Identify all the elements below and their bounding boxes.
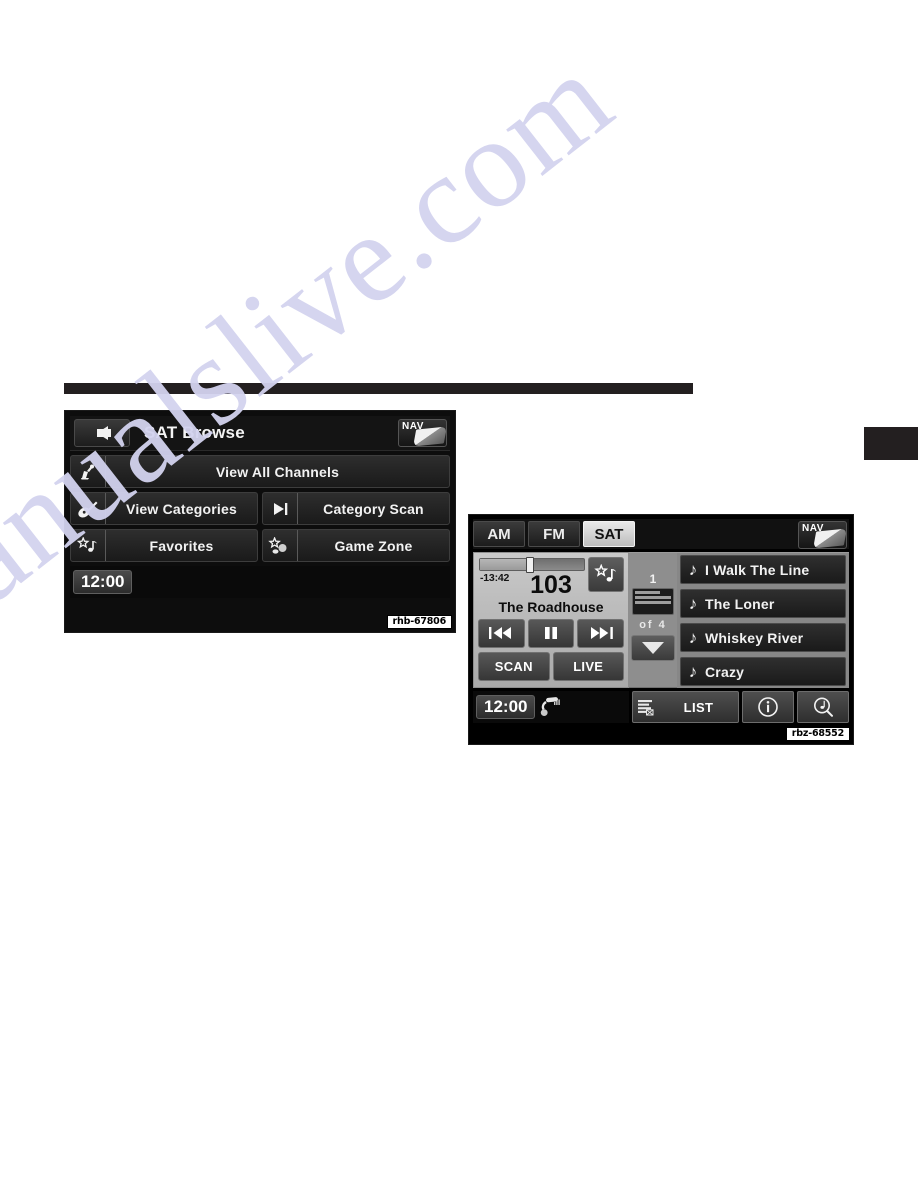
thumb-line — [635, 601, 671, 604]
song-list: ♪ I Walk The Line ♪ The Loner ♪ Whiskey … — [677, 552, 849, 688]
game-zone-button[interactable]: Game Zone — [262, 529, 450, 562]
previous-button[interactable] — [478, 618, 525, 648]
band-tab-bar: AM FM SAT NAV — [473, 519, 849, 549]
browse-header: SAT Browse NAV — [70, 416, 450, 451]
transport-controls — [478, 618, 625, 648]
progress-thumb[interactable] — [525, 557, 534, 573]
next-button[interactable] — [577, 618, 625, 648]
player-main-area: -13:42 103 The Roadhouse SCAN LIVE 1 of … — [473, 552, 849, 688]
scan-live-row: SCAN LIVE — [478, 651, 624, 681]
game-zone-label: Game Zone — [334, 537, 413, 554]
music-note-icon: ♪ — [688, 662, 698, 681]
list-item[interactable]: ♪ The Loner — [680, 589, 846, 618]
page-title: SAT Browse — [144, 423, 245, 442]
back-arrow-icon — [96, 426, 111, 440]
page-of-total: of 4 — [639, 619, 667, 631]
list-lines-icon — [633, 698, 659, 716]
now-playing-panel: -13:42 103 The Roadhouse SCAN LIVE — [473, 552, 629, 688]
next-track-icon — [590, 627, 613, 640]
progress-fill — [480, 559, 528, 570]
sat-player-screen: AM FM SAT NAV -13:42 103 The Roadhouse S… — [468, 514, 854, 745]
skip-forward-icon — [263, 493, 298, 524]
favorites-button[interactable]: Favorites — [70, 529, 258, 562]
clock-display[interactable]: 12:00 — [476, 695, 536, 719]
music-search-icon — [814, 697, 833, 717]
nav-label: NAV — [802, 523, 824, 534]
star-sports-icon — [263, 530, 298, 561]
scan-button[interactable]: SCAN — [478, 651, 550, 681]
browse-row-2: View Categories Category Scan — [70, 492, 450, 525]
thumb-line — [635, 591, 661, 594]
live-button[interactable]: LIVE — [552, 651, 624, 681]
song-title: I Walk The Line — [705, 561, 810, 578]
tab-sat[interactable]: SAT — [583, 521, 635, 547]
channel-name: The Roadhouse — [498, 598, 604, 615]
pause-icon — [545, 627, 557, 640]
song-title: Crazy — [705, 663, 745, 680]
music-note-icon: ♪ — [688, 628, 698, 647]
nav-button[interactable]: NAV — [798, 521, 847, 549]
view-categories-label: View Categories — [126, 500, 237, 517]
thumb-line — [635, 596, 671, 599]
info-circle-icon — [758, 697, 778, 717]
music-note-icon: ♪ — [688, 560, 698, 579]
star-note-icon — [594, 563, 616, 581]
previous-track-icon — [489, 627, 512, 640]
pause-button[interactable] — [527, 618, 575, 648]
player-footer: 12:00 LIST — [473, 691, 849, 723]
nav-label: NAV — [402, 421, 424, 432]
info-button[interactable] — [742, 691, 794, 723]
tab-am[interactable]: AM — [473, 521, 525, 547]
current-page-number: 1 — [649, 572, 657, 586]
clock-display[interactable]: 12:00 — [73, 570, 133, 594]
music-note-icon: ♪ — [688, 594, 698, 613]
view-all-channels-button[interactable]: View All Channels — [70, 455, 450, 488]
page-down-button[interactable] — [631, 635, 675, 661]
figure-caption: rbz-68552 — [785, 726, 850, 741]
add-favorite-button[interactable] — [588, 557, 624, 592]
figure-caption: rhb-67806 — [386, 614, 452, 629]
list-item[interactable]: ♪ Crazy — [680, 657, 846, 686]
list-item[interactable]: ♪ I Walk The Line — [680, 555, 846, 584]
back-button[interactable] — [74, 419, 130, 447]
progress-slider[interactable] — [479, 557, 585, 573]
browse-footer: 12:00 — [70, 566, 450, 598]
guitar-icon — [71, 493, 106, 524]
list-button[interactable]: LIST — [632, 691, 739, 723]
view-all-channels-label: View All Channels — [215, 463, 340, 480]
tab-fm-label: FM — [543, 525, 565, 543]
tab-sat-label: SAT — [594, 525, 624, 543]
star-note-icon — [71, 530, 106, 561]
satellite-dish-icon — [71, 456, 106, 487]
tab-fm[interactable]: FM — [528, 521, 580, 547]
list-item[interactable]: ♪ Whiskey River — [680, 623, 846, 652]
chevron-down-icon — [642, 642, 664, 654]
category-scan-label: Category Scan — [323, 500, 424, 517]
total-pages: 4 — [658, 619, 667, 631]
music-search-button[interactable] — [797, 691, 849, 723]
phone-handset-icon — [539, 696, 563, 718]
browse-row-1: View All Channels — [70, 455, 450, 488]
browse-button-grid: View All Channels View Categories Catego… — [70, 451, 450, 562]
footer-status-area: 12:00 — [473, 691, 629, 723]
favorites-label: Favorites — [149, 537, 214, 554]
paging-column: 1 of 4 — [629, 552, 677, 688]
page-header-rule — [64, 383, 693, 394]
list-button-label: LIST — [683, 699, 714, 715]
sat-browse-screen: SAT Browse NAV View All Channels View Ca… — [64, 410, 456, 633]
song-title: Whiskey River — [705, 629, 804, 646]
category-scan-button[interactable]: Category Scan — [262, 492, 450, 525]
view-categories-button[interactable]: View Categories — [70, 492, 258, 525]
page-edge-tab-marker — [864, 427, 918, 460]
list-page-icon[interactable] — [632, 588, 674, 615]
of-label: of — [639, 619, 654, 631]
song-title: The Loner — [705, 595, 775, 612]
browse-row-3: Favorites Game Zone — [70, 529, 450, 562]
tab-am-label: AM — [487, 525, 511, 543]
nav-button[interactable]: NAV — [398, 419, 447, 447]
